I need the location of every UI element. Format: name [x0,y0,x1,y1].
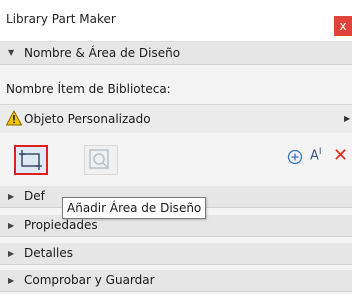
tooltip: Añadir Área de Diseño [62,197,207,219]
zoom-icon [89,149,109,169]
section-label: Nombre & Área de Diseño [24,46,181,60]
section-row-detalles[interactable]: ▶ Detalles [0,243,352,265]
collapsed-triangle-icon: ▶ [8,192,15,201]
design-area-toolbar: AI ✕ [0,133,352,185]
text-attribute-sup: I [318,147,322,157]
expanded-triangle-icon: ▼ [8,48,15,57]
collapsed-triangle-icon: ▶ [8,249,15,258]
section-nombre-area[interactable]: ▼ Nombre & Área de Diseño [0,42,352,65]
warning-icon [6,110,22,126]
library-part-maker-panel: Library Part Maker x ▼ Nombre & Área de … [0,0,352,295]
library-item-value: Objeto Personalizado [24,112,151,126]
zoom-design-area-button[interactable] [84,145,118,175]
delete-icon[interactable]: ✕ [333,145,348,166]
section-row-comprobar[interactable]: ▶ Comprobar y Guardar [0,270,352,292]
text-attribute-letter: A [310,148,319,164]
text-attribute-icon[interactable]: AI [310,147,322,163]
window-title: Library Part Maker [6,12,116,26]
collapsed-triangle-icon: ▶ [8,221,15,230]
library-item-dropdown[interactable]: Objeto Personalizado ▶ [0,104,352,134]
add-design-area-icon [19,150,42,170]
close-button[interactable]: x [334,16,352,36]
library-item-label: Nombre Ítem de Biblioteca: [6,82,171,96]
add-design-area-button[interactable] [14,145,48,175]
title-bar: Library Part Maker x [0,0,352,42]
section-row-label: Comprobar y Guardar [24,273,155,287]
collapsed-triangle-icon: ▶ [8,276,15,285]
section-row-label: Def [24,189,45,203]
plus-circle-icon[interactable] [287,149,303,165]
chevron-right-icon: ▶ [344,114,351,123]
section-row-label: Detalles [24,246,73,260]
